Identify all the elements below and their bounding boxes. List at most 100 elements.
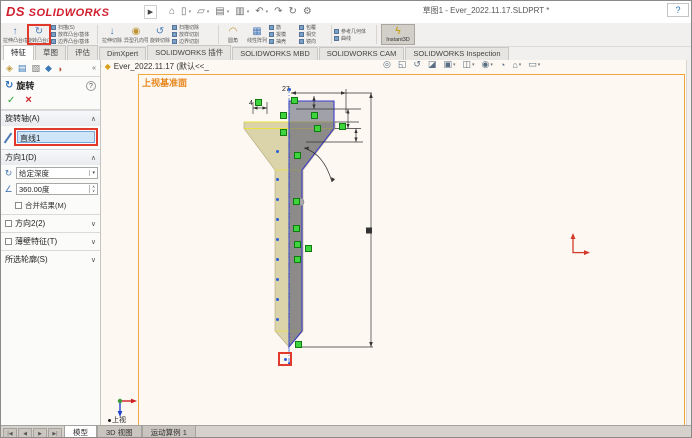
extruded-cut-button[interactable]: ↓ 拉伸切除	[100, 24, 124, 45]
displaymanager-tab[interactable]: ◑	[57, 64, 62, 74]
instant3d-button[interactable]: ϟ Instant3D	[381, 24, 415, 45]
feature-title: 旋转	[16, 81, 35, 91]
help-button[interactable]: ?	[667, 3, 689, 17]
next-tab-button[interactable]: ▶	[33, 428, 47, 437]
print-icon[interactable]: ▥	[235, 4, 244, 20]
thin-feature-checkbox[interactable]	[5, 238, 12, 245]
tab-sw-addins[interactable]: SOLIDWORKS 插件	[147, 45, 232, 60]
redo-icon[interactable]: ↷	[274, 4, 282, 20]
axis-section-header[interactable]: 旋转轴(A) ∧	[1, 110, 100, 126]
propertymanager-tab[interactable]: ▤	[18, 63, 27, 74]
open-icon[interactable]: ▱	[197, 4, 205, 20]
merge-result-row[interactable]: 合并结果(M)	[1, 197, 100, 214]
revolve-preview-model[interactable]: 27 4	[101, 60, 692, 425]
shell-button[interactable]: 抽壳	[269, 38, 299, 45]
boundary-boss-button[interactable]: 边界凸台/基体	[51, 38, 95, 45]
collapse-panel-arrow[interactable]: «	[92, 65, 96, 72]
first-tab-button[interactable]: |◀	[3, 428, 17, 437]
sketch-origin-marker	[570, 233, 590, 256]
3d-views-tab[interactable]: 3D 视图	[97, 425, 142, 437]
expand-chevron-icon: ∨	[90, 220, 96, 228]
spinner-arrows-icon[interactable]: ∧ ∨	[89, 185, 95, 193]
last-tab-button[interactable]: ▶|	[48, 428, 62, 437]
curves-button[interactable]: 曲线	[334, 35, 374, 42]
motion-study-tab[interactable]: 运动算例 1	[141, 425, 196, 437]
rib-stack: 筋 拔模 抽壳	[269, 24, 299, 45]
intersect-button[interactable]: 相交	[299, 31, 329, 38]
propertymanager-header: ↻ 旋转 ?	[1, 77, 100, 94]
solidworks-logo: DS SOLIDWORKS	[6, 4, 109, 19]
save-icon[interactable]: ▤	[215, 4, 224, 20]
tab-sketch[interactable]: 草图	[35, 45, 66, 60]
ok-cancel-row: ✓ ×	[1, 94, 100, 110]
cut-group: ↓ 拉伸切除 ◉ 异型孔向导 ↺ 旋转切除 扫描切除 放样切割 边界切割	[100, 24, 216, 45]
axis-selection-field[interactable]: 直线1	[17, 131, 95, 143]
options-icon[interactable]: ⚙	[303, 4, 312, 20]
ok-button[interactable]: ✓	[7, 95, 15, 106]
instant3d-icon: ϟ	[395, 26, 401, 37]
direction2-checkbox[interactable]	[5, 220, 12, 227]
linear-pattern-icon: ▦	[252, 25, 262, 37]
wrap-stack: 包覆 相交 镜向	[299, 24, 329, 45]
undo-icon[interactable]: ↶	[255, 4, 263, 20]
lofted-cut-icon	[172, 32, 177, 37]
reference-geometry-button[interactable]: 参考几何体	[334, 28, 374, 35]
save-dropdown-arrow[interactable]: ▾	[227, 9, 230, 15]
swept-boss-button[interactable]: 扫描(S)	[51, 24, 95, 31]
dropdown-arrow-icon: ▾	[89, 170, 95, 176]
featuremanager-tab[interactable]: ◈	[6, 63, 13, 74]
ribbon-separator	[218, 25, 219, 44]
fillet-button[interactable]: ◠ 圆角	[221, 24, 245, 45]
lofted-cut-button[interactable]: 放样切割	[172, 31, 216, 38]
thin-feature-section-header[interactable]: 薄壁特征(T) ∨	[1, 232, 100, 250]
menu-expand-button[interactable]: ▶	[144, 5, 157, 19]
mirror-button[interactable]: 镜向	[299, 38, 329, 45]
rebuild-icon[interactable]: ↻	[289, 4, 297, 20]
hole-wizard-button[interactable]: ◉ 异型孔向导	[124, 24, 148, 45]
direction1-section-header[interactable]: 方向1(D) ∧	[1, 149, 100, 165]
hole-wizard-icon: ◉	[131, 25, 141, 37]
wrap-button[interactable]: 包覆	[299, 24, 329, 31]
reverse-direction-icon[interactable]: ↻	[3, 168, 14, 179]
command-tab-bar: 特征 草图 评估 DimXpert SOLIDWORKS 插件 SOLIDWOR…	[1, 45, 691, 60]
home-icon[interactable]: ⌂	[169, 4, 175, 20]
merge-result-checkbox[interactable]	[15, 202, 22, 209]
direction2-section-header[interactable]: 方向2(2) ∨	[1, 214, 100, 232]
boundary-cut-button[interactable]: 边界切割	[172, 38, 216, 45]
reference-group: 参考几何体 曲线	[334, 24, 374, 45]
dimxpertmanager-tab[interactable]: ◆	[45, 63, 52, 74]
lofted-boss-button[interactable]: 放样凸台/基体	[51, 31, 95, 38]
tab-dimxpert[interactable]: DimXpert	[99, 47, 147, 60]
rib-button[interactable]: 筋	[269, 24, 299, 31]
new-dropdown-arrow[interactable]: ▾	[189, 9, 192, 15]
title-bar: DS SOLIDWORKS ▶ ⌂ ▯ ▾ ▱ ▾ ▤ ▾ ▥ ▾ ↶ ▾ ↷ ↻ ⚙ 草…	[1, 1, 691, 23]
tab-evaluate[interactable]: 评估	[67, 45, 98, 60]
reference-geometry-icon	[334, 28, 339, 34]
extruded-boss-button[interactable]: ↑拉伸凸台/基体	[3, 24, 27, 45]
cancel-button[interactable]: ×	[25, 95, 31, 106]
axis-endpoint-highlight	[278, 352, 292, 366]
selected-contours-section-header[interactable]: 所选轮廓(S) ∨	[1, 250, 100, 268]
draft-button[interactable]: 拔模	[269, 31, 299, 38]
configurationmanager-tab[interactable]: ▧	[31, 63, 40, 74]
angle-spinner[interactable]: 360.00度 ∧ ∨	[16, 183, 98, 195]
cut-stack: 扫描切除 放样切割 边界切割	[172, 24, 216, 45]
revolved-boss-button[interactable]: ↻旋转凸台/基体	[27, 24, 51, 45]
property-manager-panel: ◈ ▤ ▧ ◆ ◑ « ↻ 旋转 ? ✓ × 旋转轴(A) ∧ 直线1 方向1(…	[1, 60, 101, 425]
sketch-profile	[288, 100, 335, 349]
print-dropdown-arrow[interactable]: ▾	[247, 9, 250, 15]
linear-pattern-button[interactable]: ▦ 线性阵列	[245, 24, 269, 45]
pm-help-icon[interactable]: ?	[86, 80, 96, 91]
swept-cut-button[interactable]: 扫描切除	[172, 24, 216, 31]
logo-mark: DS	[6, 4, 26, 19]
end-condition-dropdown[interactable]: 给定深度 ▾	[16, 167, 98, 179]
quick-access-toolbar: ⌂ ▯ ▾ ▱ ▾ ▤ ▾ ▥ ▾ ↶ ▾ ↷ ↻ ⚙	[169, 4, 312, 20]
undo-dropdown-arrow[interactable]: ▾	[266, 9, 269, 15]
model-tab[interactable]: 模型	[64, 425, 97, 437]
revolved-cut-button[interactable]: ↺ 旋转切除	[148, 24, 172, 45]
tab-features[interactable]: 特征	[3, 45, 34, 60]
prev-tab-button[interactable]: ◀	[18, 428, 32, 437]
open-dropdown-arrow[interactable]: ▾	[207, 9, 210, 15]
new-document-icon[interactable]: ▯	[181, 4, 187, 20]
tab-sw-mbd[interactable]: SOLIDWORKS MBD	[232, 47, 318, 60]
